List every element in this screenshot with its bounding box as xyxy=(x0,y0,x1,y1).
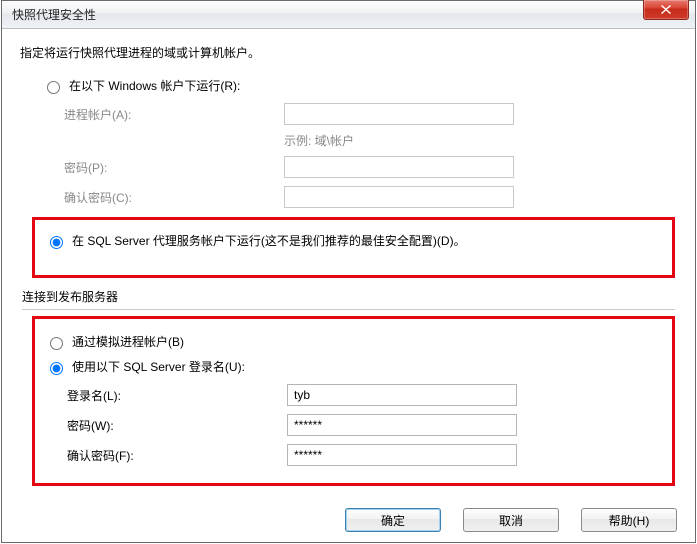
windows-account-fields: 进程帐户(A): 示例: 域\帐户 密码(P): 确认密码(C): xyxy=(64,102,675,209)
button-bar: 确定 取消 帮助(H) xyxy=(345,508,677,532)
process-account-input xyxy=(284,103,514,125)
window-title: 快照代理安全性 xyxy=(2,6,96,23)
radio-sqlagent-label: 在 SQL Server 代理服务帐户下运行(这不是我们推荐的最佳安全配置)(D… xyxy=(72,232,466,249)
password-input-2[interactable] xyxy=(287,414,517,436)
radio-sqlagent[interactable] xyxy=(50,236,63,249)
close-button[interactable] xyxy=(643,0,689,20)
cancel-button[interactable]: 取消 xyxy=(463,508,559,532)
example-text: 示例: 域\帐户 xyxy=(284,132,354,149)
radio-windows-account-row[interactable]: 在以下 Windows 帐户下运行(R): xyxy=(42,77,675,94)
confirm-password-label-2: 确认密码(F): xyxy=(67,447,287,464)
password-label-1: 密码(P): xyxy=(64,159,284,176)
confirm-password-input-1 xyxy=(284,186,514,208)
titlebar: 快照代理安全性 xyxy=(2,1,695,29)
sqllogin-fields: 登录名(L): 密码(W): 确认密码(F): xyxy=(67,383,662,467)
dialog-window: 快照代理安全性 指定将运行快照代理进程的域或计算机帐户。 在以下 Windows… xyxy=(1,0,696,543)
highlight-sqlagent: 在 SQL Server 代理服务帐户下运行(这不是我们推荐的最佳安全配置)(D… xyxy=(32,217,675,278)
connect-section-title: 连接到发布服务器 xyxy=(22,290,118,304)
radio-sqllogin[interactable] xyxy=(50,362,63,375)
password-input-1 xyxy=(284,156,514,178)
ok-button[interactable]: 确定 xyxy=(345,508,441,532)
confirm-password-input-2[interactable] xyxy=(287,444,517,466)
client-area: 指定将运行快照代理进程的域或计算机帐户。 在以下 Windows 帐户下运行(R… xyxy=(2,30,695,542)
radio-windows-account[interactable] xyxy=(47,81,60,94)
close-icon xyxy=(661,5,671,14)
radio-impersonate-row[interactable]: 通过模拟进程帐户(B) xyxy=(45,333,662,350)
radio-sqllogin-label: 使用以下 SQL Server 登录名(U): xyxy=(72,358,245,375)
login-name-label: 登录名(L): xyxy=(67,387,287,404)
radio-windows-account-label: 在以下 Windows 帐户下运行(R): xyxy=(69,77,240,94)
process-account-label: 进程帐户(A): xyxy=(64,106,284,123)
radio-impersonate[interactable] xyxy=(50,337,63,350)
radio-sqllogin-row[interactable]: 使用以下 SQL Server 登录名(U): xyxy=(45,358,662,375)
run-under-group: 在以下 Windows 帐户下运行(R): 进程帐户(A): 示例: 域\帐户 … xyxy=(42,77,675,209)
section-divider xyxy=(22,309,675,310)
radio-impersonate-label: 通过模拟进程帐户(B) xyxy=(72,333,184,350)
intro-text: 指定将运行快照代理进程的域或计算机帐户。 xyxy=(2,30,695,71)
connect-section-header: 连接到发布服务器 xyxy=(22,288,675,310)
confirm-password-label-1: 确认密码(C): xyxy=(64,189,284,206)
help-button[interactable]: 帮助(H) xyxy=(581,508,677,532)
login-name-input[interactable] xyxy=(287,384,517,406)
password-label-2: 密码(W): xyxy=(67,417,287,434)
radio-sqlagent-row[interactable]: 在 SQL Server 代理服务帐户下运行(这不是我们推荐的最佳安全配置)(D… xyxy=(45,232,662,249)
highlight-connect: 通过模拟进程帐户(B) 使用以下 SQL Server 登录名(U): 登录名(… xyxy=(32,316,675,486)
